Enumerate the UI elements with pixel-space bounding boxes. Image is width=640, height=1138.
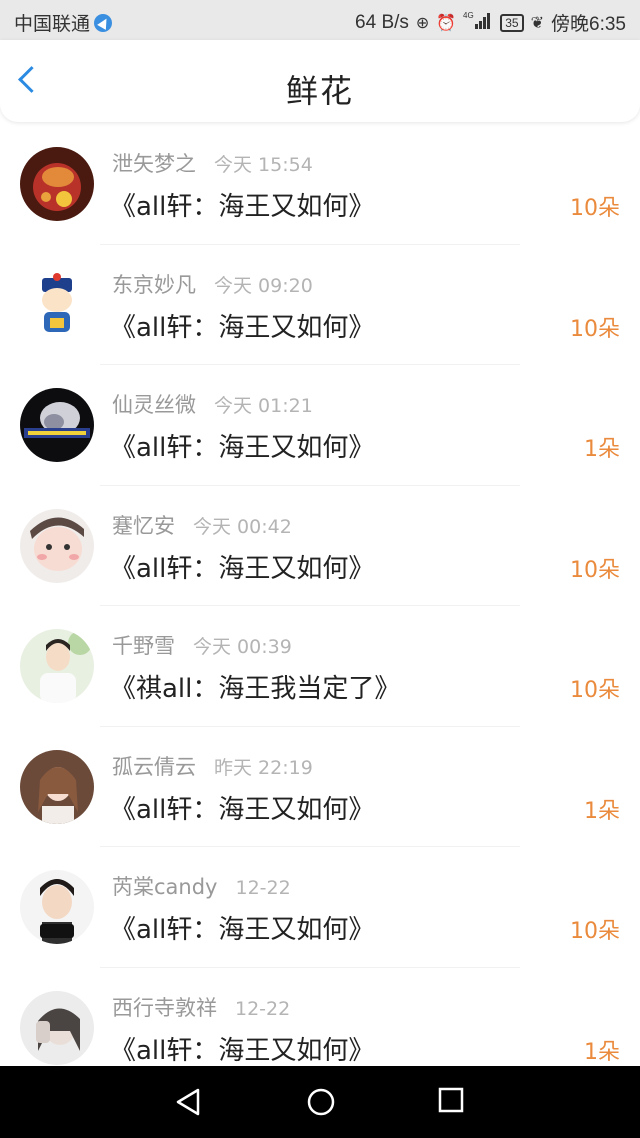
- time-label: 今天 00:42: [193, 515, 292, 538]
- book-title: 《祺all：海王我当定了》: [110, 674, 401, 704]
- time-label: 12-22: [235, 997, 291, 1020]
- avatar[interactable]: [20, 629, 94, 703]
- flower-amount: 10朵: [570, 678, 620, 703]
- avatar[interactable]: [20, 147, 94, 221]
- list-item[interactable]: 千野雪 今天 00:39 《祺all：海王我当定了》 10朵: [0, 606, 640, 727]
- book-title: 《all轩：海王又如何》: [110, 553, 375, 584]
- avatar[interactable]: [20, 870, 94, 944]
- battery-icon: 35: [500, 13, 524, 32]
- page-title: 鲜花: [285, 72, 354, 110]
- signal-icon: 4G: [463, 10, 493, 35]
- data-saver-icon: ⊕: [415, 14, 430, 32]
- user-name-text: 东京妙凡: [112, 272, 196, 297]
- carrier-label: 中国联通: [14, 14, 91, 35]
- list-item[interactable]: 孤云倩云 昨天 22:19 《all轩：海王又如何》 1朵: [0, 727, 640, 847]
- flower-amount: 10朵: [570, 557, 620, 583]
- clock: 傍晚6:35: [551, 14, 626, 35]
- signal-bars-icon: 4G: [463, 11, 491, 29]
- list-item[interactable]: 东京妙凡 今天 09:20 《all轩：海王又如何》 10朵: [0, 245, 640, 365]
- book-title: 《all轩：海王又如何》: [110, 1035, 375, 1066]
- nav-home-icon[interactable]: [305, 1086, 337, 1118]
- user-name: 孤云倩云 昨天 22:19: [112, 751, 313, 781]
- list-item[interactable]: 蹇忆安 今天 00:42 《all轩：海王又如何》 10朵: [0, 486, 640, 606]
- book-title: 《all轩：海王又如何》: [110, 915, 375, 945]
- user-name-text: 仙灵丝微: [112, 393, 196, 417]
- flower-amount: 10朵: [570, 316, 620, 342]
- avatar[interactable]: [20, 508, 94, 583]
- user-name: 东京妙凡 今天 09:20: [112, 269, 313, 299]
- time-label: 今天 00:39: [193, 636, 292, 658]
- list-item[interactable]: 泄矢梦之 今天 15:54 《all轩：海王又如何》 10朵: [0, 124, 640, 245]
- flower-amount: 1朵: [584, 437, 620, 462]
- book-title: 《all轩：海王又如何》: [110, 433, 375, 463]
- user-name: 千野雪 今天 00:39: [112, 630, 292, 660]
- time-label: 12-22: [235, 877, 291, 899]
- flower-list: 泄矢梦之 今天 15:54 《all轩：海王又如何》 10朵 东京妙凡 今天 09:…: [0, 124, 640, 1088]
- book-title: 《all轩：海王又如何》: [110, 312, 375, 343]
- user-name-text: 孤云倩云: [112, 754, 196, 779]
- user-name: 蹇忆安 今天 00:42: [112, 510, 292, 540]
- user-name-text: 西行寺敦祥: [112, 995, 217, 1020]
- leaf-icon: ❦: [530, 14, 545, 32]
- battery-level: 35: [505, 15, 519, 30]
- list-item[interactable]: 仙灵丝微 今天 01:21 《all轩：海王又如何》 1朵: [0, 365, 640, 486]
- flower-amount: 10朵: [570, 196, 620, 221]
- book-title: 《all轩：海王又如何》: [110, 794, 375, 825]
- location-icon: [94, 13, 113, 32]
- time-label: 今天 01:21: [214, 395, 313, 417]
- status-left: 中国联通: [14, 9, 113, 36]
- user-name: 芮棠candy 12-22: [112, 871, 291, 901]
- list-item[interactable]: 芮棠candy 12-22 《all轩：海王又如何》 10朵: [0, 847, 640, 968]
- user-name: 西行寺敦祥 12-22: [112, 992, 290, 1022]
- user-name-text: 千野雪: [112, 634, 175, 658]
- avatar[interactable]: [20, 990, 94, 1065]
- system-nav-bar: [0, 1066, 640, 1138]
- user-name: 泄矢梦之 今天 15:54: [112, 148, 313, 178]
- time-label: 今天 15:54: [214, 154, 313, 176]
- user-name-text: 蹇忆安: [112, 513, 175, 538]
- flower-amount: 10朵: [570, 919, 620, 944]
- user-name-text: 泄矢梦之: [112, 152, 196, 176]
- user-name: 仙灵丝微 今天 01:21: [112, 389, 313, 419]
- nav-recents-icon[interactable]: [437, 1086, 465, 1114]
- status-right: 64 B/s ⊕ ⏰ 4G 35 ❦ 傍晚6:35: [355, 9, 626, 36]
- avatar[interactable]: [20, 749, 94, 824]
- alarm-icon: ⏰: [436, 14, 457, 32]
- user-name-text: 芮棠candy: [112, 875, 218, 899]
- avatar[interactable]: [20, 388, 94, 462]
- time-label: 今天 09:20: [214, 274, 313, 297]
- svg-text:4G: 4G: [463, 11, 474, 20]
- page-header: 鲜花: [0, 40, 640, 122]
- nav-back-icon[interactable]: [172, 1086, 204, 1118]
- book-title: 《all轩：海王又如何》: [110, 192, 375, 222]
- flower-amount: 1朵: [584, 798, 620, 824]
- network-speed: 64 B/s: [355, 11, 409, 33]
- status-bar: 中国联通 64 B/s ⊕ ⏰ 4G 35 ❦ 傍晚6:35: [0, 0, 640, 40]
- time-label: 昨天 22:19: [214, 756, 313, 779]
- avatar[interactable]: [20, 267, 94, 342]
- flower-amount: 1朵: [584, 1039, 620, 1065]
